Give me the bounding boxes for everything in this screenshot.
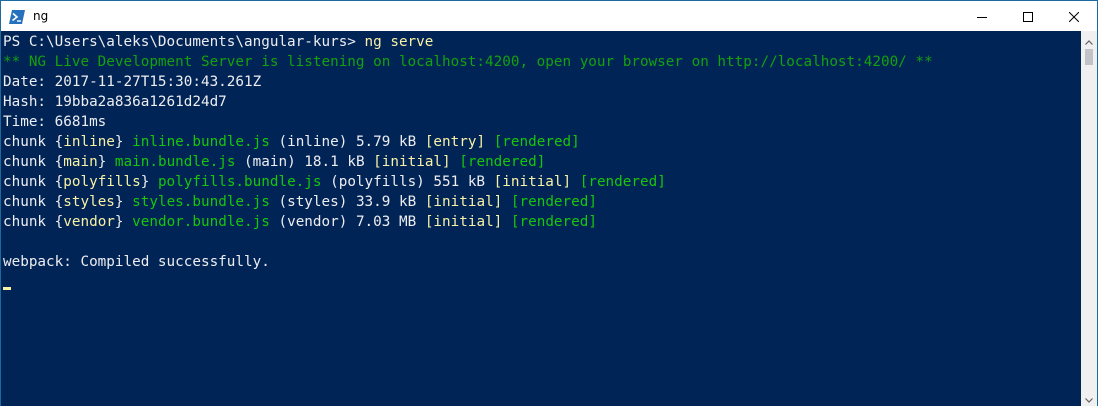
terminal-text: ng serve bbox=[364, 34, 434, 50]
terminal-text: chunk { bbox=[3, 154, 64, 170]
terminal-line: chunk {polyfills} polyfills.bundle.js (p… bbox=[3, 172, 666, 192]
terminal-text: chunk { bbox=[3, 174, 64, 190]
terminal-text: [rendered] bbox=[579, 174, 666, 190]
terminal-text: } bbox=[114, 194, 133, 210]
terminal-text: (styles) 33.9 kB bbox=[269, 194, 425, 210]
terminal-text: main.bundle.js bbox=[114, 154, 236, 170]
terminal-line: chunk {inline} inline.bundle.js (inline)… bbox=[3, 132, 580, 152]
terminal-line: Time: 6681ms bbox=[3, 112, 106, 132]
terminal-text: [rendered] bbox=[510, 214, 597, 230]
terminal-text: inline.bundle.js bbox=[132, 134, 270, 150]
terminal-text: vendor.bundle.js bbox=[132, 214, 270, 230]
terminal-text: [entry] bbox=[424, 134, 486, 150]
terminal-text: vendor bbox=[63, 214, 115, 230]
scrollbar-thumb[interactable] bbox=[1085, 49, 1093, 65]
terminal-text: main bbox=[63, 154, 98, 170]
close-button[interactable] bbox=[1051, 1, 1097, 31]
terminal-text: polyfills.bundle.js bbox=[157, 174, 322, 190]
terminal-text: chunk { bbox=[3, 194, 64, 210]
close-icon bbox=[1068, 7, 1080, 26]
title-bar[interactable]: ng bbox=[1, 1, 1097, 31]
terminal-text: [rendered] bbox=[459, 154, 546, 170]
minimize-button[interactable] bbox=[959, 1, 1005, 31]
terminal-line: chunk {main} main.bundle.js (main) 18.1 … bbox=[3, 152, 545, 172]
terminal-line: Hash: 19bba2a836a1261d24d7 bbox=[3, 92, 227, 112]
terminal-text: } bbox=[140, 174, 158, 190]
terminal-text: [initial] bbox=[424, 214, 503, 230]
terminal-text: [initial] bbox=[424, 194, 503, 210]
powershell-icon[interactable] bbox=[9, 9, 25, 24]
terminal-text: PS C:\Users\aleks\Documents\angular-kurs… bbox=[3, 34, 365, 50]
terminal-text: inline bbox=[63, 134, 115, 150]
text-cursor bbox=[3, 287, 11, 290]
terminal-line: chunk {styles} styles.bundle.js (styles)… bbox=[3, 192, 597, 212]
terminal-line: ** NG Live Development Server is listeni… bbox=[3, 52, 933, 72]
terminal-line: webpack: Compiled successfully. bbox=[3, 252, 270, 272]
window-title: ng bbox=[33, 9, 49, 23]
chevron-up-icon bbox=[1085, 30, 1093, 49]
terminal-output[interactable]: PS C:\Users\aleks\Documents\angular-kurs… bbox=[1, 31, 1081, 406]
terminal-line: PS C:\Users\aleks\Documents\angular-kurs… bbox=[3, 32, 433, 52]
terminal-text: } bbox=[97, 154, 115, 170]
terminal-text: webpack: Compiled successfully. bbox=[3, 254, 270, 270]
terminal-text: chunk { bbox=[3, 134, 64, 150]
terminal-text: polyfills bbox=[63, 174, 141, 190]
chevron-down-icon bbox=[1085, 388, 1093, 407]
maximize-button[interactable] bbox=[1005, 1, 1051, 31]
terminal-text: [initial] bbox=[493, 174, 572, 190]
terminal-text: styles.bundle.js bbox=[132, 194, 270, 210]
terminal-line: Date: 2017-11-27T15:30:43.261Z bbox=[3, 72, 261, 92]
terminal-text: (polyfills) 551 kB bbox=[321, 174, 494, 190]
terminal-text: ** NG Live Development Server is listeni… bbox=[3, 54, 933, 70]
terminal-text: styles bbox=[63, 194, 115, 210]
scroll-down-button[interactable] bbox=[1081, 389, 1097, 406]
terminal-text: (inline) 5.79 kB bbox=[269, 134, 425, 150]
terminal-text: } bbox=[114, 214, 133, 230]
maximize-icon bbox=[1023, 7, 1033, 26]
terminal-text: Hash: 19bba2a836a1261d24d7 bbox=[3, 94, 227, 110]
terminal-text: [rendered] bbox=[510, 194, 597, 210]
terminal-line: chunk {vendor} vendor.bundle.js (vendor)… bbox=[3, 212, 597, 232]
minimize-icon bbox=[977, 7, 987, 26]
terminal-text: [rendered] bbox=[493, 134, 580, 150]
vertical-scrollbar[interactable] bbox=[1081, 31, 1097, 406]
terminal-text: Date: 2017-11-27T15:30:43.261Z bbox=[3, 74, 262, 90]
terminal-window: ng PS C:\Users\aleks\Documents\angular-k… bbox=[0, 0, 1098, 406]
scroll-up-button[interactable] bbox=[1081, 31, 1097, 48]
terminal-text: (vendor) 7.03 MB bbox=[269, 214, 425, 230]
terminal-text: } bbox=[114, 134, 133, 150]
terminal-text: chunk { bbox=[3, 214, 64, 230]
terminal-text: [initial] bbox=[373, 154, 451, 170]
terminal-text: (main) 18.1 kB bbox=[235, 154, 374, 170]
terminal-text: Time: 6681ms bbox=[3, 114, 107, 130]
